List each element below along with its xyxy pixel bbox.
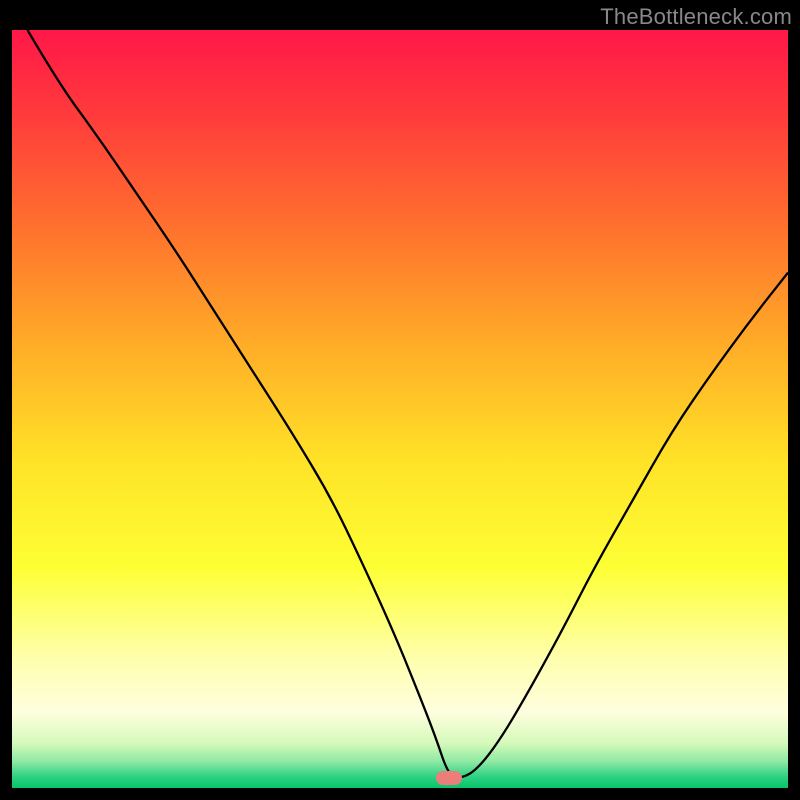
watermark-text: TheBottleneck.com	[600, 4, 792, 30]
chart-svg	[12, 30, 788, 788]
optimal-marker	[436, 771, 462, 785]
plot-area	[12, 30, 788, 788]
gradient-background	[12, 30, 788, 788]
